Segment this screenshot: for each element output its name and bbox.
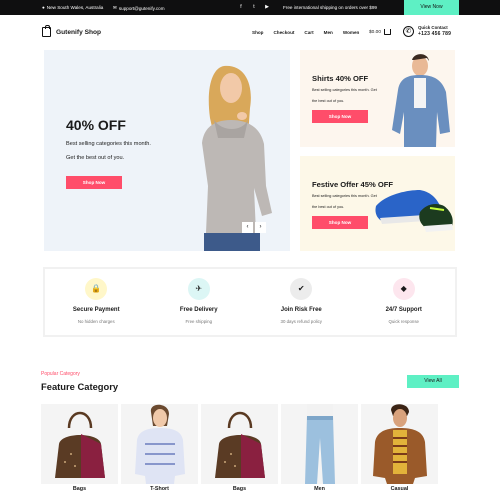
category-card-tshirt[interactable]: T-Short xyxy=(121,404,198,496)
lock-icon: 🔒 xyxy=(85,278,108,300)
promo-card-subtitle-2: the best out of you. xyxy=(312,99,345,103)
casual-model-image xyxy=(373,404,427,484)
feature-subtitle: No hidden charges xyxy=(77,319,115,324)
location-text: New South Wales, Australia xyxy=(46,5,104,10)
feature-subtitle: 30 days refund policy xyxy=(280,319,323,324)
promo-card-subtitle-1: Best selling categories this month. Get xyxy=(312,194,377,198)
phone-icon: ✆ xyxy=(403,25,414,37)
category-label: Bags xyxy=(41,484,118,496)
nav-item-cart[interactable]: Cart xyxy=(304,30,313,35)
view-all-button[interactable]: View All xyxy=(407,375,459,388)
section-kicker: Popular Category xyxy=(41,371,80,377)
quick-contact[interactable]: ✆ Quick Contact +123 456 789 xyxy=(403,25,451,37)
nav-item-checkout[interactable]: Checkout xyxy=(273,30,294,35)
category-label: Casual xyxy=(361,484,438,496)
facebook-icon[interactable]: f xyxy=(238,4,244,10)
promo-text: Free international shipping on orders ov… xyxy=(283,5,377,10)
nav-item-men[interactable]: Men xyxy=(324,30,333,35)
location: ● New South Wales, Australia xyxy=(42,5,103,10)
feature-subtitle: Free shipping xyxy=(185,319,213,324)
hero-model-image xyxy=(202,65,272,251)
hero-banner: 40% OFF Best selling categories this mon… xyxy=(44,50,290,251)
shopping-bag-icon xyxy=(42,25,51,37)
logo-text: Gutenify Shop xyxy=(56,28,102,36)
email[interactable]: ✉ support@gutenify.com xyxy=(113,5,165,11)
feature-title: Join Risk Free xyxy=(280,307,322,313)
top-bar: ● New South Wales, Australia ✉ support@g… xyxy=(0,0,500,15)
promo-card-festive: Festive Offer 45% OFF Best selling categ… xyxy=(300,156,455,251)
promo-card-subtitle-1: Best selling categories this month. Get xyxy=(312,88,377,92)
bag-image xyxy=(55,411,105,478)
features-strip: 🔒 Secure Payment No hidden charges ✈ Fre… xyxy=(43,267,457,337)
promo-card-title: Shirts 40% OFF xyxy=(312,74,369,83)
view-now-button[interactable]: View Now xyxy=(404,0,459,15)
feature-free-delivery: ✈ Free Delivery Free shipping xyxy=(148,269,251,335)
location-pin-icon: ● xyxy=(42,5,45,10)
feature-secure-payment: 🔒 Secure Payment No hidden charges xyxy=(45,269,148,335)
tshirt-model-image xyxy=(135,404,185,484)
prev-arrow-icon[interactable]: ‹ xyxy=(242,222,253,233)
category-card-bags[interactable]: Bags xyxy=(41,404,118,496)
category-card-bags-2[interactable]: Bags xyxy=(201,404,278,496)
nav-item-women[interactable]: Women xyxy=(343,30,360,35)
promo-card-shop-now-button[interactable]: Shop Now xyxy=(312,110,368,123)
contact-phone[interactable]: +123 456 789 xyxy=(418,31,451,37)
cart-total: $0.00 xyxy=(369,29,382,35)
feature-title: 24/7 Support xyxy=(385,307,422,313)
section-title: Feature Category xyxy=(41,381,119,392)
men-jeans-image xyxy=(305,404,335,484)
shirt-model-image xyxy=(392,54,450,147)
mail-icon: ✉ xyxy=(113,5,117,10)
diamond-icon: ◆ xyxy=(392,278,415,300)
youtube-icon[interactable]: ▶ xyxy=(264,4,270,10)
category-label: Men xyxy=(281,484,358,496)
logo[interactable]: Gutenify Shop xyxy=(42,25,102,37)
promo-card-shop-now-button[interactable]: Shop Now xyxy=(312,216,368,229)
feature-subtitle: Quick response xyxy=(388,319,419,324)
basket-icon xyxy=(384,29,392,35)
hero-subtitle-1: Best selling categories this month. xyxy=(66,141,151,147)
feature-title: Secure Payment xyxy=(72,307,120,313)
nav-item-shop[interactable]: Shop xyxy=(252,30,263,35)
hero-slider-arrows: ‹ › xyxy=(242,222,266,233)
cart-button[interactable]: $0.00 xyxy=(369,29,392,35)
promo-card-subtitle-2: the best out of you. xyxy=(312,205,345,209)
hero-shop-now-button[interactable]: Shop Now xyxy=(66,176,122,189)
header: Gutenify Shop Shop Checkout Cart Men Wom… xyxy=(0,15,500,49)
social-links: f t ▶ xyxy=(238,4,270,10)
feature-support: ◆ 24/7 Support Quick response xyxy=(353,269,456,335)
bag-image xyxy=(215,411,265,478)
promo-card-shirts: Shirts 40% OFF Best selling categories t… xyxy=(300,50,455,147)
hero-subtitle-2: Get the best out of you. xyxy=(66,155,125,161)
main-nav: Shop Checkout Cart Men Women xyxy=(252,30,359,35)
next-arrow-icon[interactable]: › xyxy=(255,222,266,233)
feature-join-risk-free: ✔ Join Risk Free 30 days refund policy xyxy=(250,269,353,335)
category-grid: Bags T-Short Bags Men Casual xyxy=(41,404,438,496)
email-text[interactable]: support@gutenify.com xyxy=(119,6,165,11)
sneakers-image xyxy=(375,190,453,232)
hero-title: 40% OFF xyxy=(66,117,126,133)
feature-title: Free Delivery xyxy=(179,307,218,313)
category-label: Bags xyxy=(201,484,278,496)
category-card-casual[interactable]: Casual xyxy=(361,404,438,496)
check-icon: ✔ xyxy=(290,278,313,300)
category-label: T-Short xyxy=(121,484,198,496)
twitter-icon[interactable]: t xyxy=(251,4,257,10)
category-card-men[interactable]: Men xyxy=(281,404,358,496)
plane-icon: ✈ xyxy=(187,278,210,300)
